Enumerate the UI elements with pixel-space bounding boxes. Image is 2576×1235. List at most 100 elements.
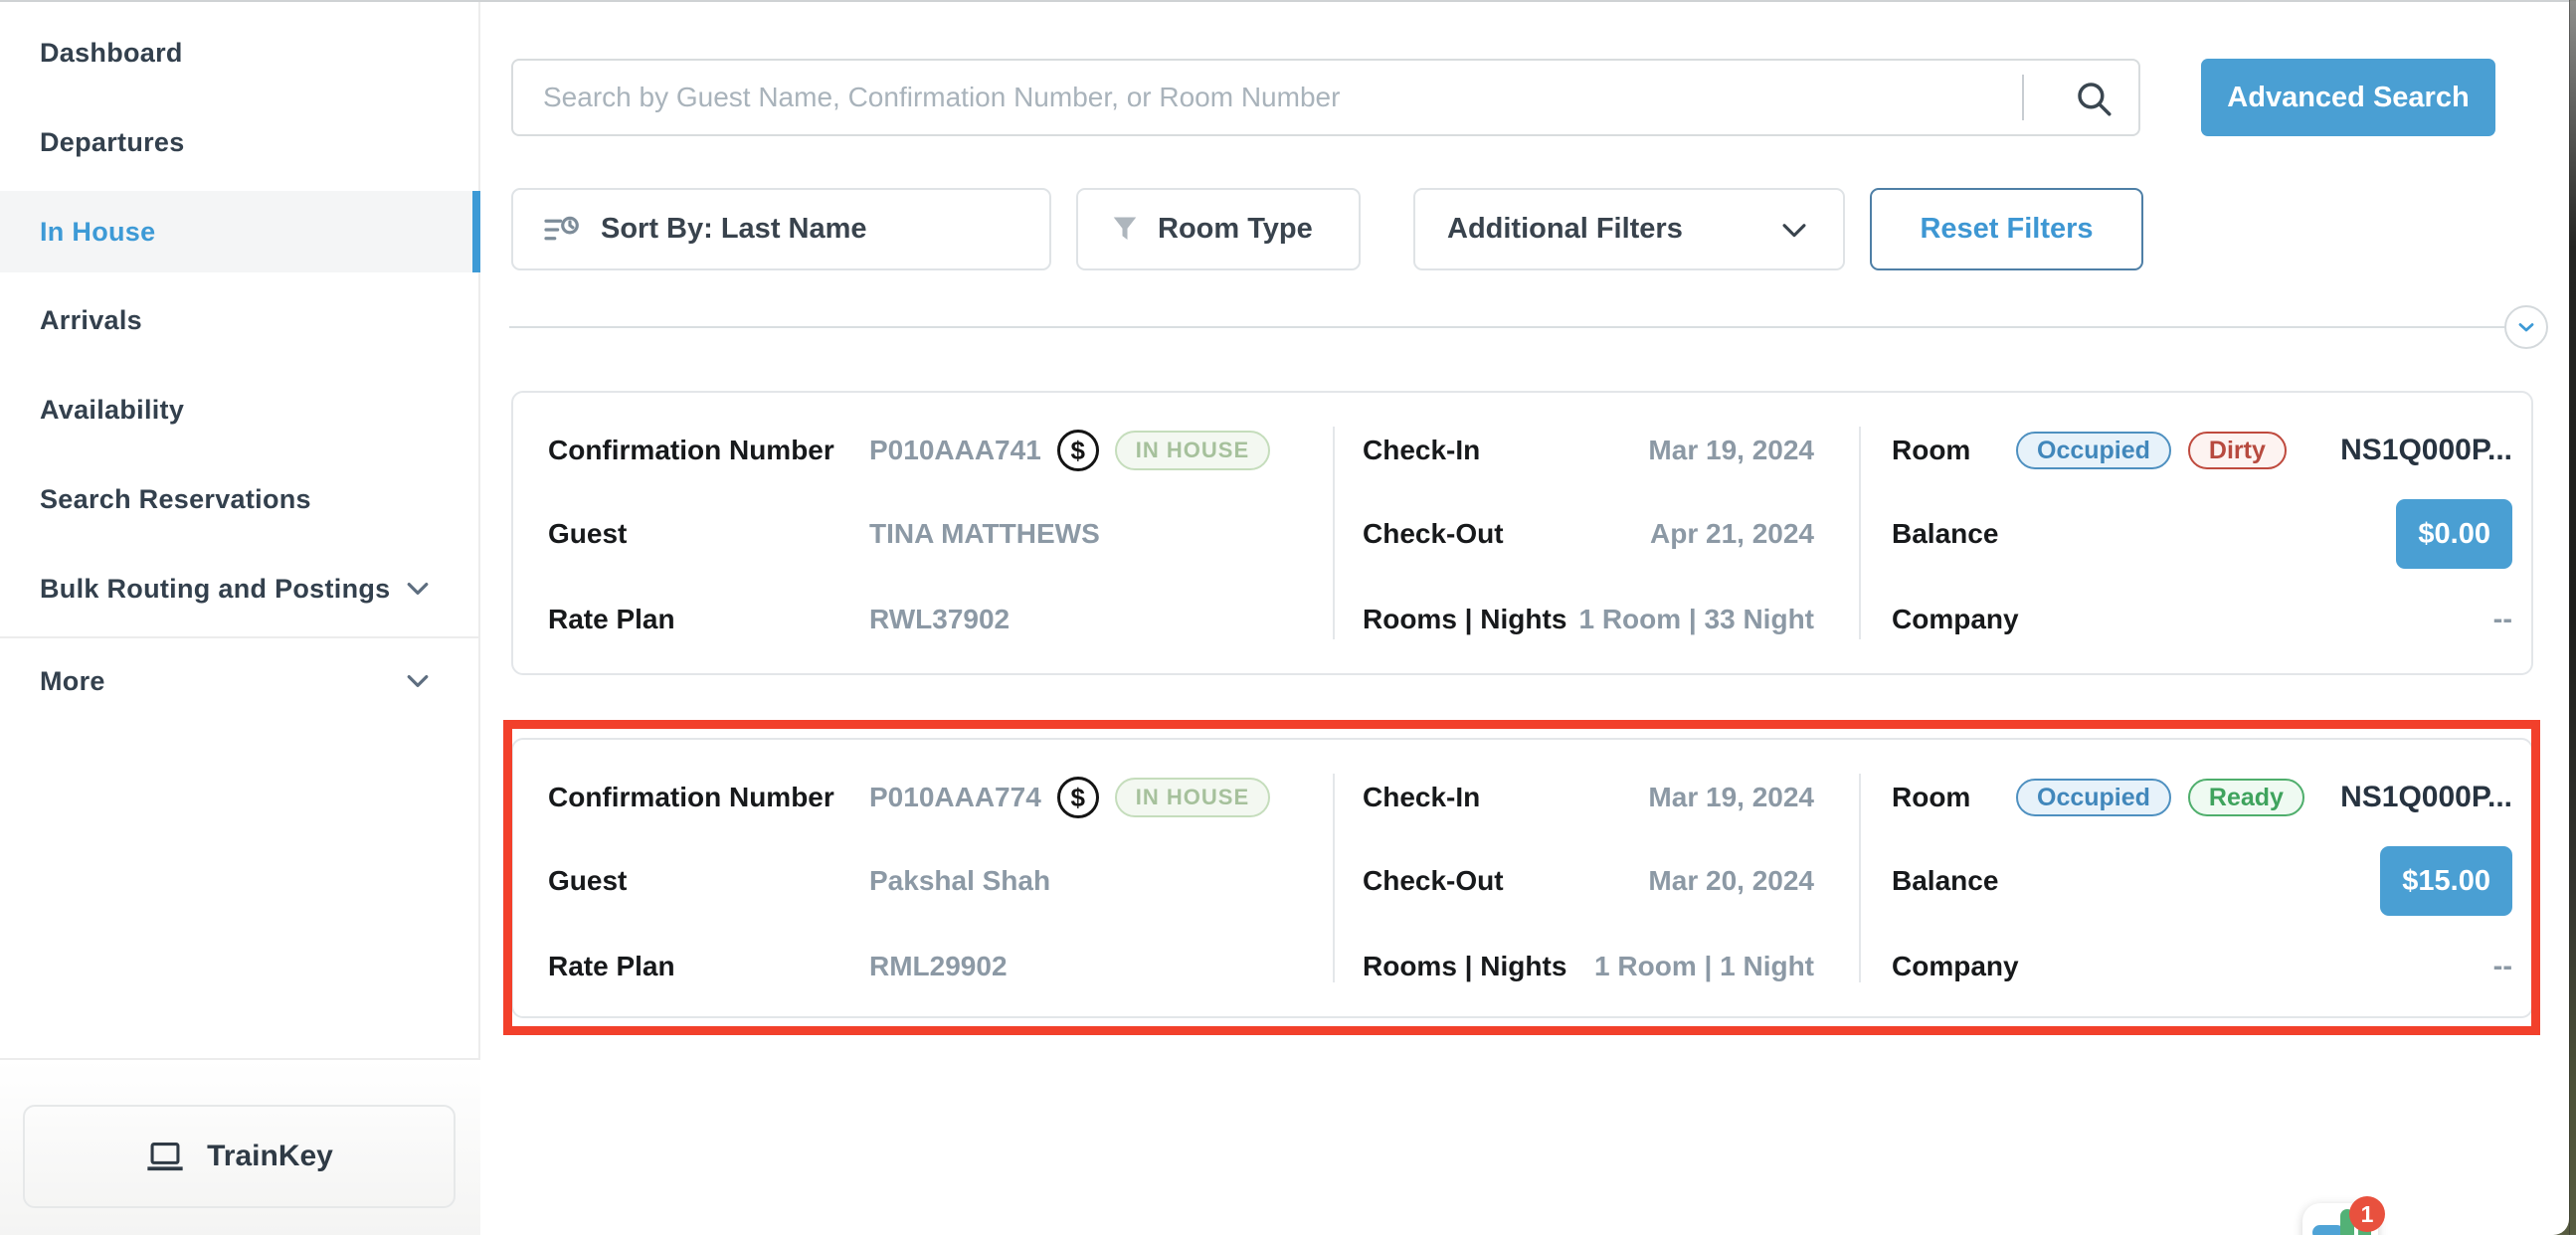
card-dates-column: Check-In Mar 19, 2024 Check-Out Mar 20, … <box>1363 740 1814 1016</box>
guest-label: Guest <box>548 865 869 897</box>
room-label: Room <box>1892 782 2016 813</box>
advanced-search-button[interactable]: Advanced Search <box>2201 59 2495 136</box>
room-number: NS1Q000P... <box>2340 781 2512 814</box>
card-column-divider <box>1859 427 1861 639</box>
occupancy-status-pill: Occupied <box>2016 779 2171 816</box>
section-divider <box>509 326 2504 328</box>
balance-label: Balance <box>1892 865 2016 897</box>
company-value: -- <box>2493 951 2512 983</box>
collapse-toggle[interactable] <box>2504 305 2548 349</box>
card-room-column: Room Occupied Ready NS1Q000P... Balance … <box>1892 740 2512 1016</box>
nav-label: Dashboard <box>40 38 183 69</box>
check-in-date: Mar 19, 2024 <box>1648 782 1814 813</box>
rate-plan-label: Rate Plan <box>548 951 869 982</box>
card-guest-column: Confirmation Number P010AAA741 $ IN HOUS… <box>548 393 1324 673</box>
laptop-icon <box>145 1141 185 1173</box>
room-number: NS1Q000P... <box>2340 434 2512 467</box>
reset-filters-label: Reset Filters <box>1920 213 2093 246</box>
nav-label: More <box>40 666 105 697</box>
confirmation-label: Confirmation Number <box>548 782 869 813</box>
check-out-date: Apr 21, 2024 <box>1650 518 1814 550</box>
check-out-label: Check-Out <box>1363 518 1504 550</box>
sidebar-item-bulk-routing[interactable]: Bulk Routing and Postings <box>0 548 480 629</box>
rooms-nights-label: Rooms | Nights <box>1363 951 1566 982</box>
rooms-nights-label: Rooms | Nights <box>1363 604 1566 635</box>
check-out-date: Mar 20, 2024 <box>1648 865 1814 897</box>
room-label: Room <box>1892 435 2016 466</box>
nav-label: In House <box>40 217 155 248</box>
sidebar: Dashboard Departures In House Arrivals A… <box>0 2 480 1235</box>
housekeeping-status-pill: Ready <box>2188 779 2304 816</box>
notification-badge: 1 <box>2349 1196 2385 1232</box>
card-column-divider <box>1859 774 1861 982</box>
company-label: Company <box>1892 951 2016 982</box>
sidebar-item-more[interactable]: More <box>0 640 480 722</box>
rooms-nights-value: 1 Room | 33 Night <box>1578 604 1814 635</box>
chevron-down-icon <box>403 574 433 604</box>
confirmation-number: P010AAA741 <box>869 435 1041 466</box>
funnel-icon <box>1110 215 1140 245</box>
confirmation-number: P010AAA774 <box>869 782 1041 813</box>
chevron-down-icon <box>1777 213 1811 247</box>
company-value: -- <box>2493 604 2512 636</box>
chevron-down-icon <box>403 666 433 696</box>
rate-plan-value: RWL37902 <box>869 604 1010 635</box>
room-type-button[interactable]: Room Type <box>1076 188 1361 270</box>
sidebar-footer: TrainKey <box>0 1058 480 1235</box>
additional-filters-label: Additional Filters <box>1447 213 1683 246</box>
sidebar-item-arrivals[interactable]: Arrivals <box>0 279 480 361</box>
sidebar-item-dashboard[interactable]: Dashboard <box>0 12 480 93</box>
rate-plan-value: RML29902 <box>869 951 1008 982</box>
sidebar-item-in-house[interactable]: In House <box>0 191 480 272</box>
guest-name: TINA MATTHEWS <box>869 518 1100 550</box>
reset-filters-button[interactable]: Reset Filters <box>1870 188 2143 270</box>
card-column-divider <box>1333 774 1335 982</box>
sort-by-button[interactable]: Sort By: Last Name <box>511 188 1051 270</box>
check-in-label: Check-In <box>1363 435 1480 466</box>
sidebar-item-availability[interactable]: Availability <box>0 369 480 450</box>
trainkey-button[interactable]: TrainKey <box>23 1105 456 1208</box>
reservation-card-selected[interactable]: Confirmation Number P010AAA774 $ IN HOUS… <box>511 738 2533 1018</box>
guest-name: Pakshal Shah <box>869 865 1050 897</box>
folio-dollar-icon[interactable]: $ <box>1057 777 1099 818</box>
confirmation-label: Confirmation Number <box>548 435 869 466</box>
card-dates-column: Check-In Mar 19, 2024 Check-Out Apr 21, … <box>1363 393 1814 673</box>
nav-label: Availability <box>40 395 184 426</box>
nav-label: Departures <box>40 127 185 158</box>
search-input[interactable] <box>513 61 2138 134</box>
search-separator <box>2022 75 2024 120</box>
balance-label: Balance <box>1892 518 2016 550</box>
trainkey-label: TrainKey <box>207 1140 333 1173</box>
room-type-label: Room Type <box>1158 213 1313 246</box>
balance-button[interactable]: $15.00 <box>2380 846 2512 916</box>
screen: Dashboard Departures In House Arrivals A… <box>0 0 2576 1235</box>
balance-button[interactable]: $0.00 <box>2396 499 2512 569</box>
rooms-nights-value: 1 Room | 1 Night <box>1594 951 1814 982</box>
nav-label: Bulk Routing and Postings <box>40 574 391 605</box>
sidebar-item-departures[interactable]: Departures <box>0 101 480 183</box>
card-guest-column: Confirmation Number P010AAA774 $ IN HOUS… <box>548 740 1324 1016</box>
card-column-divider <box>1333 427 1335 639</box>
nav-label: Arrivals <box>40 305 142 336</box>
nav-label: Search Reservations <box>40 484 311 515</box>
chevron-down-icon <box>2514 315 2538 339</box>
status-badge: IN HOUSE <box>1115 431 1270 470</box>
search-icon[interactable] <box>2073 78 2115 119</box>
search-box <box>511 59 2140 136</box>
card-room-column: Room Occupied Dirty NS1Q000P... Balance … <box>1892 393 2512 673</box>
check-out-label: Check-Out <box>1363 865 1504 897</box>
desktop-edge <box>2569 0 2576 1235</box>
app-window: Dashboard Departures In House Arrivals A… <box>0 0 2569 1235</box>
sort-icon <box>543 214 581 246</box>
sidebar-divider <box>0 636 480 638</box>
folio-dollar-icon[interactable]: $ <box>1057 430 1099 471</box>
additional-filters-button[interactable]: Additional Filters <box>1413 188 1845 270</box>
check-in-date: Mar 19, 2024 <box>1648 435 1814 466</box>
rate-plan-label: Rate Plan <box>548 604 869 635</box>
guest-label: Guest <box>548 518 869 550</box>
sidebar-item-search-reservations[interactable]: Search Reservations <box>0 458 480 540</box>
reservation-card[interactable]: Confirmation Number P010AAA741 $ IN HOUS… <box>511 391 2533 675</box>
company-label: Company <box>1892 604 2016 635</box>
sort-by-label: Sort By: Last Name <box>601 213 867 246</box>
status-badge: IN HOUSE <box>1115 778 1270 817</box>
